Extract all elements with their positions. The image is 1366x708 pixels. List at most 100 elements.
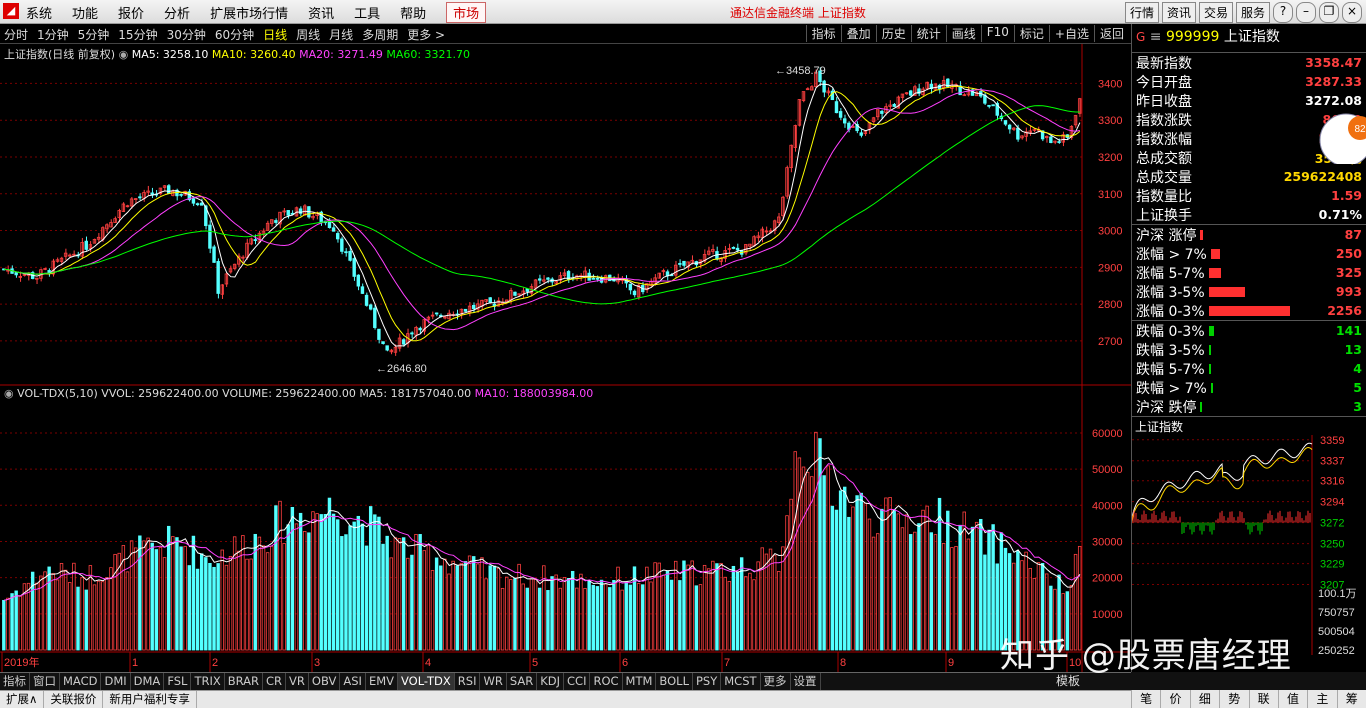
indicator-tab[interactable]: FSL bbox=[164, 673, 192, 690]
period-tab[interactable]: 5分钟 bbox=[78, 26, 110, 43]
indicator-tab[interactable]: PSY bbox=[693, 673, 722, 690]
tool-button[interactable]: 历史 bbox=[875, 25, 911, 42]
market-menu[interactable]: 市场 bbox=[446, 1, 487, 23]
indicator-tab[interactable]: VR bbox=[286, 673, 309, 690]
indicator-tab[interactable]: CCI bbox=[564, 673, 591, 690]
quote-nav-tab[interactable]: 筹 bbox=[1336, 690, 1366, 708]
close-icon[interactable]: × bbox=[1342, 2, 1362, 23]
indicator-tab[interactable]: ASI bbox=[340, 673, 366, 690]
tool-button[interactable]: 叠加 bbox=[840, 25, 876, 42]
indicator-tab[interactable]: DMA bbox=[131, 673, 165, 690]
quote-nav-tab[interactable]: 细 bbox=[1189, 690, 1219, 708]
indicator-tab[interactable]: BOLL bbox=[656, 673, 693, 690]
status-item[interactable]: 扩展∧ bbox=[0, 691, 45, 708]
indicator-tab[interactable]: 指标 bbox=[0, 673, 30, 690]
indicator-tab[interactable]: TRIX bbox=[191, 673, 225, 690]
breadth-row[interactable]: 涨幅 5-7% 325 bbox=[1132, 263, 1366, 282]
mini-chart[interactable]: 上证指数 3359 3337 3316 3294 3272 3250 3229 3207 100… bbox=[1132, 416, 1366, 655]
menu-item[interactable]: 帮助 bbox=[400, 3, 426, 22]
candle bbox=[348, 250, 352, 261]
quote-nav-tab[interactable]: 值 bbox=[1277, 690, 1307, 708]
indicator-tab[interactable]: RSI bbox=[455, 673, 481, 690]
period-tab[interactable]: 更多 > bbox=[407, 26, 445, 43]
top-button[interactable]: 服务 bbox=[1235, 2, 1270, 23]
help-icon[interactable]: ? bbox=[1273, 2, 1293, 23]
tool-button[interactable]: 返回 bbox=[1093, 25, 1129, 42]
top-button[interactable]: 行情 bbox=[1124, 2, 1159, 23]
status-item[interactable]: 关联报价 bbox=[44, 691, 104, 708]
volume-bar bbox=[311, 511, 315, 651]
tool-button[interactable]: 画线 bbox=[945, 25, 981, 42]
status-item[interactable]: 新用户福利专享 bbox=[103, 691, 197, 708]
floating-avatar-icon[interactable]: 82 bbox=[1316, 104, 1366, 164]
period-tab[interactable]: 1分钟 bbox=[37, 26, 69, 43]
volume-bar bbox=[917, 523, 921, 651]
indicator-tab[interactable]: MCST bbox=[721, 673, 761, 690]
tool-button[interactable]: 统计 bbox=[910, 25, 946, 42]
indicator-tab[interactable]: BRAR bbox=[225, 673, 264, 690]
volume-bar bbox=[298, 512, 303, 651]
candle bbox=[191, 198, 196, 204]
top-button[interactable]: 资讯 bbox=[1161, 2, 1196, 23]
breadth-row[interactable]: 跌幅 5-7% 4 bbox=[1132, 359, 1366, 378]
app-logo-icon[interactable]: ◢ bbox=[3, 3, 19, 19]
tool-button[interactable]: +自选 bbox=[1048, 25, 1094, 42]
menu-item[interactable]: 系统 bbox=[26, 3, 52, 22]
quote-nav-tab[interactable]: 联 bbox=[1248, 690, 1278, 708]
menu-item[interactable]: 报价 bbox=[118, 3, 144, 22]
breadth-row[interactable]: 跌幅 0-3% 141 bbox=[1132, 321, 1366, 340]
volume-bar bbox=[962, 511, 966, 651]
indicator-tab[interactable]: 窗口 bbox=[30, 673, 60, 690]
quote-nav-tab[interactable]: 笔 bbox=[1131, 690, 1160, 708]
indicator-tab[interactable]: 设置 bbox=[791, 673, 821, 690]
period-tab[interactable]: 周线 bbox=[296, 26, 320, 43]
indicator-tab[interactable]: DMI bbox=[101, 673, 131, 690]
period-tab[interactable]: 60分钟 bbox=[215, 26, 254, 43]
volume-bar bbox=[706, 568, 711, 651]
indicator-tab[interactable]: MTM bbox=[623, 673, 657, 690]
k-line-chart[interactable]: 2700 2800 2900 3000 3100 3200 3300 3400 10000 200… bbox=[0, 44, 1131, 672]
breadth-row[interactable]: 涨幅 0-3% 2256 bbox=[1132, 301, 1366, 320]
indicator-tab[interactable]: ROC bbox=[590, 673, 623, 690]
indicator-tab[interactable]: 更多 bbox=[761, 673, 791, 690]
tool-button[interactable]: F10 bbox=[980, 25, 1014, 42]
period-tab[interactable]: 30分钟 bbox=[167, 26, 206, 43]
breadth-row[interactable]: 沪深 涨停 87 bbox=[1132, 225, 1366, 244]
period-tab[interactable]: 日线 bbox=[263, 26, 287, 43]
tool-button[interactable]: 指标 bbox=[805, 25, 841, 42]
breadth-row[interactable]: 涨幅 > 7% 250 bbox=[1132, 244, 1366, 263]
menu-item[interactable]: 功能 bbox=[72, 3, 98, 22]
indicator-tab[interactable]: SAR bbox=[507, 673, 538, 690]
indicator-tab[interactable]: KDJ bbox=[537, 673, 565, 690]
period-tab[interactable]: 月线 bbox=[329, 26, 353, 43]
breadth-row[interactable]: 跌幅 3-5% 13 bbox=[1132, 340, 1366, 359]
indicator-tab[interactable]: EMV bbox=[366, 673, 398, 690]
quote-nav-tab[interactable]: 势 bbox=[1219, 690, 1248, 708]
volume-bar bbox=[566, 578, 571, 651]
indicator-tab[interactable]: MACD bbox=[60, 673, 102, 690]
period-tab[interactable]: 15分钟 bbox=[118, 26, 157, 43]
breadth-row[interactable]: 沪深 跌停 3 bbox=[1132, 397, 1366, 416]
period-tab[interactable]: 多周期 bbox=[362, 26, 398, 43]
menu-item[interactable]: 分析 bbox=[164, 3, 190, 22]
volume-bar bbox=[797, 457, 802, 651]
menu-item[interactable]: 资讯 bbox=[308, 3, 334, 22]
volume-bar bbox=[179, 546, 183, 651]
indicator-tab[interactable]: CR bbox=[263, 673, 287, 690]
candle bbox=[216, 261, 220, 294]
volume-bar bbox=[533, 579, 538, 651]
tool-button[interactable]: 标记 bbox=[1013, 25, 1049, 42]
top-button[interactable]: 交易 bbox=[1198, 2, 1233, 23]
breadth-row[interactable]: 涨幅 3-5% 993 bbox=[1132, 282, 1366, 301]
quote-nav-tab[interactable]: 价 bbox=[1160, 690, 1189, 708]
indicator-tab[interactable]: OBV bbox=[309, 673, 341, 690]
indicator-tab[interactable]: WR bbox=[480, 673, 507, 690]
breadth-row[interactable]: 跌幅 > 7% 5 bbox=[1132, 378, 1366, 397]
indicator-tab[interactable]: VOL-TDX bbox=[398, 673, 455, 690]
period-tab[interactable]: 分时 bbox=[4, 26, 28, 43]
quote-nav-tab[interactable]: 主 bbox=[1307, 690, 1336, 708]
minimize-icon[interactable]: – bbox=[1296, 2, 1316, 23]
menu-item[interactable]: 扩展市场行情 bbox=[210, 3, 288, 22]
restore-icon[interactable]: ❐ bbox=[1319, 2, 1339, 23]
menu-item[interactable]: 工具 bbox=[354, 3, 380, 22]
